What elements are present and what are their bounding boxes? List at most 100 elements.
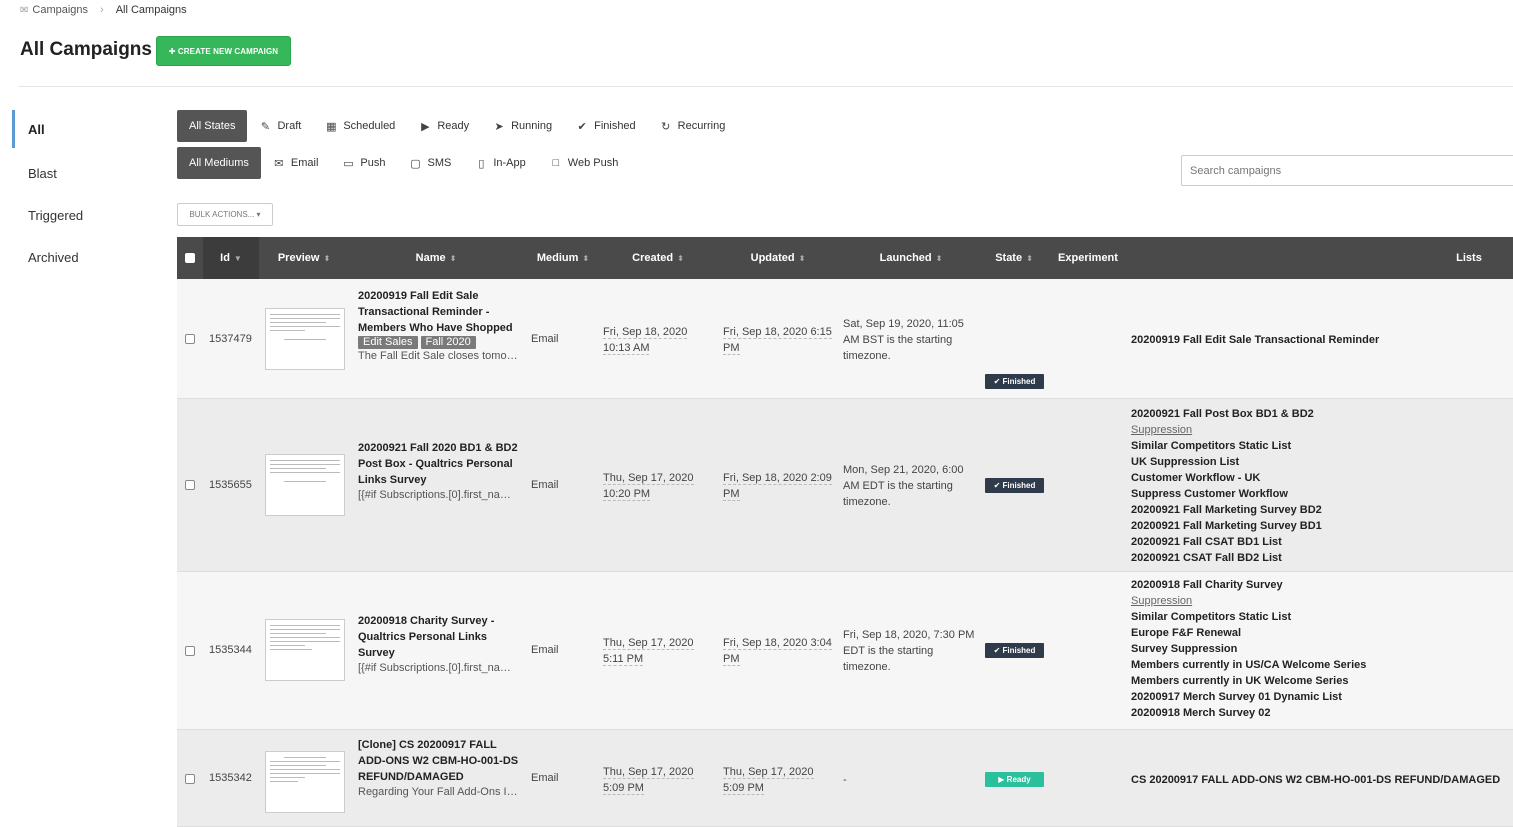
filter-label: In-App <box>493 157 526 169</box>
campaign-snippet: The Fall Edit Sale closes tomorrow <box>358 350 520 362</box>
filter-label: Draft <box>277 120 302 132</box>
launched-info: - <box>843 774 847 786</box>
status-badge: ✔ Finished <box>985 643 1044 658</box>
column-header-preview[interactable]: Preview ⬍ <box>259 237 349 279</box>
row-checkbox[interactable] <box>185 480 195 490</box>
list-item[interactable]: Similar Competitors Static List <box>1131 609 1511 625</box>
filter-in-app[interactable]: ▯ In-App <box>463 147 537 179</box>
list-item[interactable]: Suppress Customer Workflow <box>1131 486 1511 502</box>
column-header-updated[interactable]: Updated ⬍ <box>723 237 833 279</box>
list-item[interactable]: Members currently in US/CA Welcome Serie… <box>1131 657 1511 673</box>
campaign-title[interactable]: 20200919 Fall Edit Sale Transactional Re… <box>358 288 520 336</box>
sort-icon: ⬍ <box>1026 253 1033 263</box>
filter-recurring[interactable]: ↻ Recurring <box>648 110 738 142</box>
calendar-icon: ▦ <box>326 120 337 133</box>
campaign-name-cell[interactable]: 20200919 Fall Edit Sale Transactional Re… <box>358 288 520 363</box>
launched-info: Mon, Sep 21, 2020, 6:00 AM EDT is the st… <box>843 464 964 508</box>
select-all-checkbox[interactable] <box>185 253 195 263</box>
filter-scheduled[interactable]: ▦ Scheduled <box>313 110 407 142</box>
campaign-name-cell[interactable]: 20200918 Charity Survey - Qualtrics Pers… <box>358 613 520 675</box>
list-item[interactable]: Survey Suppression <box>1131 641 1511 657</box>
filter-draft[interactable]: ✎ Draft <box>247 110 313 142</box>
list-item[interactable]: 20200918 Fall Charity Survey <box>1131 577 1511 593</box>
filter-web-push[interactable]: □ Web Push <box>538 147 631 179</box>
list-item[interactable]: Members currently in UK Welcome Series <box>1131 673 1511 689</box>
filter-all-states[interactable]: All States <box>177 110 248 142</box>
list-item[interactable]: 20200919 Fall Edit Sale Transactional Re… <box>1131 332 1511 348</box>
row-checkbox[interactable] <box>185 774 195 784</box>
column-header-medium[interactable]: Medium ⬍ <box>523 237 603 279</box>
updated-date-text: Fri, Sep 18, 2020 6:15 PM <box>723 326 832 355</box>
campaign-title[interactable]: [Clone] CS 20200917 FALL ADD-ONS W2 CBM-… <box>358 737 520 785</box>
created-date: Thu, Sep 17, 2020 5:09 PM <box>603 764 703 796</box>
column-header-id[interactable]: Id ▼ <box>203 237 259 279</box>
campaigns-table: Id ▼ Preview ⬍ Name ⬍ Medium ⬍ Created ⬍ Upda… <box>177 237 1513 827</box>
sort-icon: ⬍ <box>677 253 684 263</box>
list-item[interactable]: 20200921 Fall Marketing Survey BD1 <box>1131 518 1511 534</box>
create-campaign-button[interactable]: ✚ CREATE NEW CAMPAIGN <box>156 36 291 66</box>
list-item[interactable]: Customer Workflow - UK <box>1131 470 1511 486</box>
filter-ready[interactable]: ▶ Ready <box>407 110 481 142</box>
list-item[interactable]: 20200917 Merch Survey 01 Dynamic List <box>1131 689 1511 705</box>
filter-label: All Mediums <box>189 157 249 169</box>
list-item[interactable]: 20200921 Fall Post Box BD1 & BD2 <box>1131 406 1511 422</box>
list-item[interactable]: Similar Competitors Static List <box>1131 438 1511 454</box>
sidebar-item-blast[interactable]: Blast <box>12 152 162 194</box>
list-item[interactable]: 20200918 Merch Survey 02 <box>1131 705 1511 721</box>
table-row[interactable]: 1537479 20200919 Fall Edit Sale Transact… <box>177 279 1513 399</box>
filter-sms[interactable]: ▢ SMS <box>398 147 464 179</box>
sort-icon: ⬍ <box>323 253 331 263</box>
table-row[interactable]: 1535655 20200921 Fall 2020 BD1 & BD2 Pos… <box>177 399 1513 572</box>
campaign-name-cell[interactable]: 20200921 Fall 2020 BD1 & BD2 Post Box - … <box>358 440 520 502</box>
bulk-actions-dropdown[interactable]: BULK ACTIONS... ▾ <box>177 203 273 226</box>
breadcrumb-campaigns-link[interactable]: Campaigns <box>32 4 88 16</box>
filter-label: Email <box>290 157 319 169</box>
list-item[interactable]: Europe F&F Renewal <box>1131 625 1511 641</box>
filter-push[interactable]: ▭ Push <box>330 147 397 179</box>
email-preview-thumbnail[interactable] <box>265 308 345 370</box>
filter-email[interactable]: ✉ Email <box>261 147 331 179</box>
play-icon: ▶ <box>421 120 430 133</box>
sidebar-item-triggered[interactable]: Triggered <box>12 194 162 236</box>
filter-finished[interactable]: ✔ Finished <box>564 110 648 142</box>
list-item[interactable]: 20200921 Fall CSAT BD1 List <box>1131 534 1511 550</box>
list-item[interactable]: 20200921 CSAT Fall BD2 List <box>1131 550 1511 566</box>
table-row[interactable]: 1535342 [Clone] CS 20200917 FALL ADD-ONS… <box>177 730 1513 827</box>
tag-badge[interactable]: Fall 2020 <box>420 336 476 349</box>
list-item[interactable]: CS 20200917 FALL ADD-ONS W2 CBM-HO-001-D… <box>1131 772 1511 788</box>
email-preview-thumbnail[interactable] <box>265 619 345 681</box>
email-preview-thumbnail[interactable] <box>265 751 345 813</box>
push-notification-icon: ▭ <box>343 157 354 170</box>
row-checkbox[interactable] <box>185 334 195 344</box>
list-item[interactable]: UK Suppression List <box>1131 454 1511 470</box>
column-header-created[interactable]: Created ⬍ <box>603 237 713 279</box>
checkmark-icon: ✔ <box>577 120 587 133</box>
updated-date-text: Fri, Sep 18, 2020 3:04 PM <box>723 637 832 666</box>
campaign-id: 1535342 <box>209 772 252 784</box>
column-header-name[interactable]: Name ⬍ <box>349 237 523 279</box>
sort-desc-icon: ▼ <box>233 253 242 263</box>
campaign-snippet: [{#if Subscriptions.[0].first_name}} <box>358 489 520 501</box>
column-header-state[interactable]: State ⬍ <box>979 237 1049 279</box>
filter-label: Web Push <box>567 157 619 169</box>
table-row[interactable]: 1535344 20200918 Charity Survey - Qualtr… <box>177 572 1513 730</box>
row-checkbox[interactable] <box>185 646 195 656</box>
search-input[interactable] <box>1181 155 1513 186</box>
campaign-snippet: [{#if Subscriptions.[0].first_name}} <box>358 662 520 674</box>
sidebar-item-archived[interactable]: Archived <box>12 236 162 278</box>
column-header-launched[interactable]: Launched ⬍ <box>843 237 979 279</box>
campaign-title[interactable]: 20200921 Fall 2020 BD1 & BD2 Post Box - … <box>358 440 520 488</box>
suppression-label[interactable]: Suppression <box>1131 422 1511 438</box>
tag-badge[interactable]: Edit Sales <box>358 336 418 349</box>
select-all-cell <box>177 237 203 279</box>
sidebar-item-all[interactable]: All <box>12 110 162 148</box>
sidebar: All Blast Triggered Archived <box>12 110 162 278</box>
suppression-label[interactable]: Suppression <box>1131 593 1511 609</box>
email-preview-thumbnail[interactable] <box>265 454 345 516</box>
campaign-name-cell[interactable]: [Clone] CS 20200917 FALL ADD-ONS W2 CBM-… <box>358 737 520 799</box>
list-item[interactable]: 20200921 Fall Marketing Survey BD2 <box>1131 502 1511 518</box>
filter-all-mediums[interactable]: All Mediums <box>177 147 261 179</box>
campaign-lists: 20200921 Fall Post Box BD1 & BD2 Suppres… <box>1131 406 1511 566</box>
campaign-title[interactable]: 20200918 Charity Survey - Qualtrics Pers… <box>358 613 520 661</box>
filter-running[interactable]: ➤ Running <box>481 110 564 142</box>
